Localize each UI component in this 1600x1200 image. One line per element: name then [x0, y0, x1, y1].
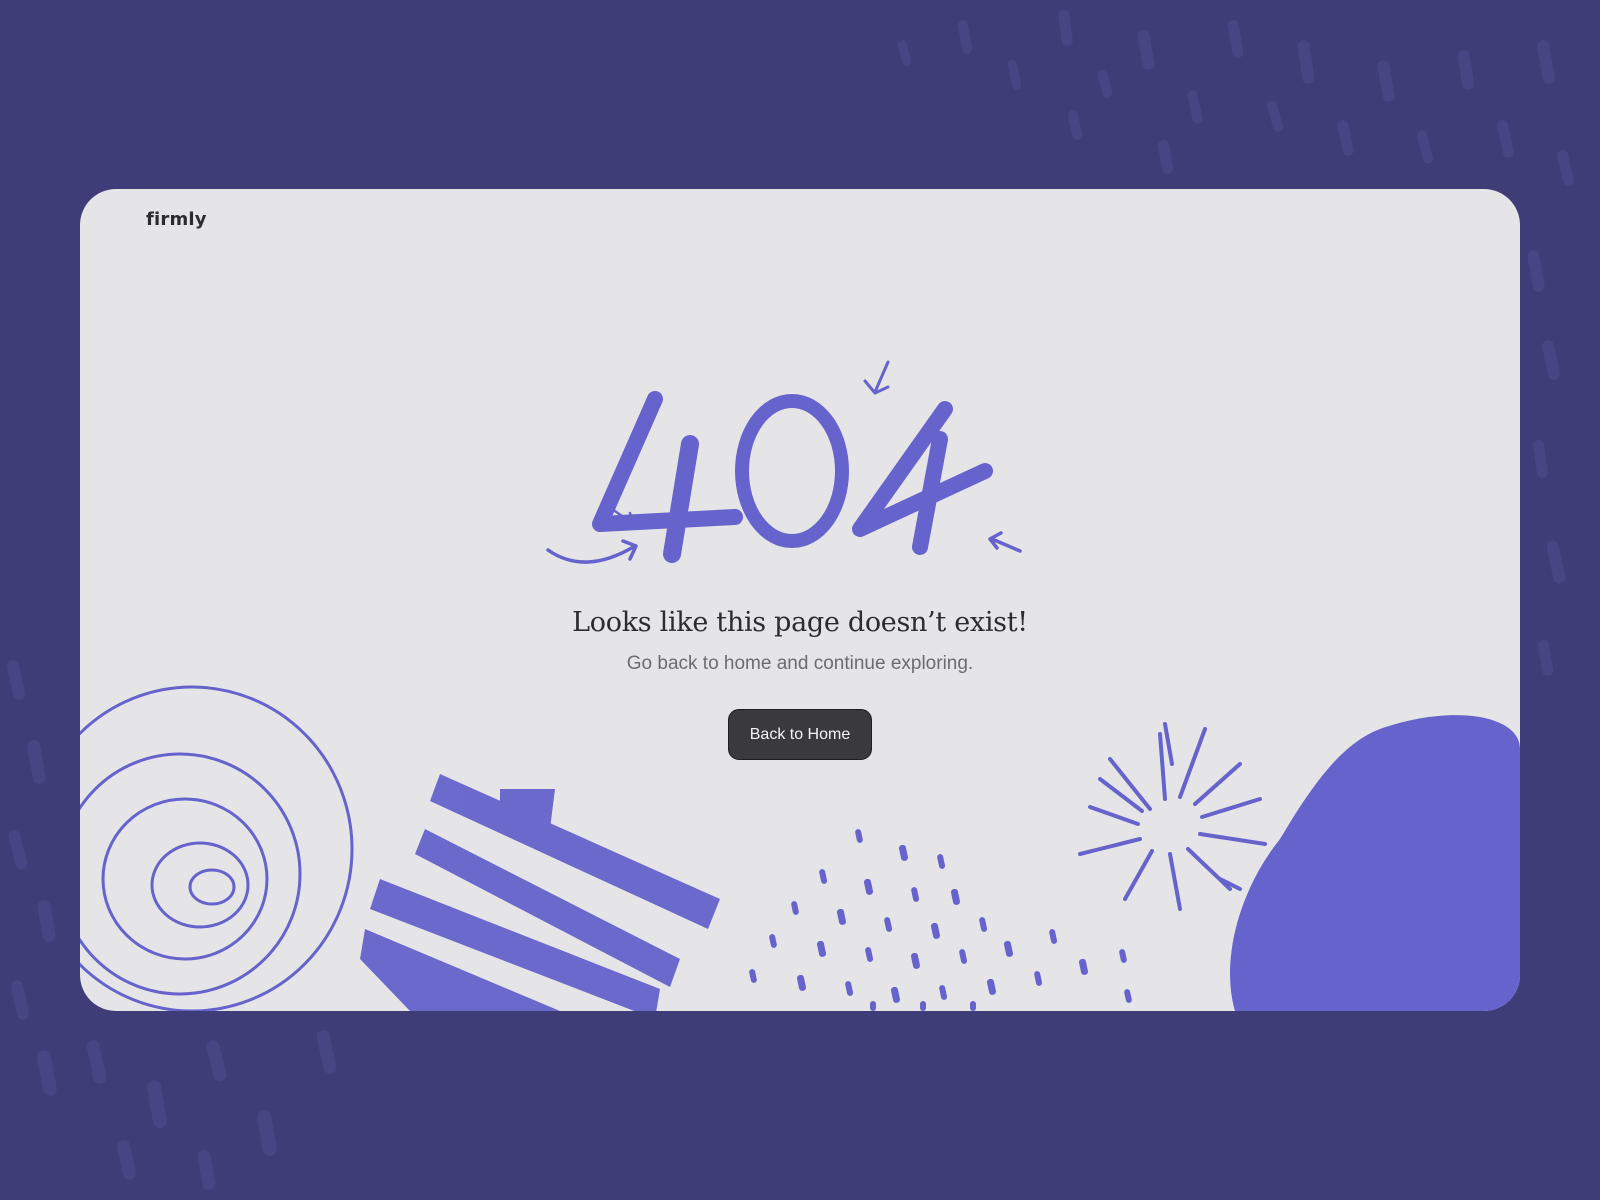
swirl-doodle [80, 685, 354, 1011]
starburst-doodle [1078, 722, 1267, 911]
brand-logo[interactable]: firmly [146, 209, 207, 230]
error-card: firmly Looks like this page doesn’t exis… [80, 189, 1520, 1011]
blob-doodle [1230, 715, 1520, 1011]
dots-doodle [749, 829, 1132, 1011]
error-headline: Looks like this page doesn’t exist! [572, 607, 1028, 638]
brush-strokes [360, 774, 720, 1011]
back-to-home-button[interactable]: Back to Home [728, 709, 872, 760]
error-code-artwork [546, 360, 1022, 564]
decorative-illustrations [80, 360, 1520, 1011]
error-subline: Go back to home and continue exploring. [626, 653, 974, 674]
